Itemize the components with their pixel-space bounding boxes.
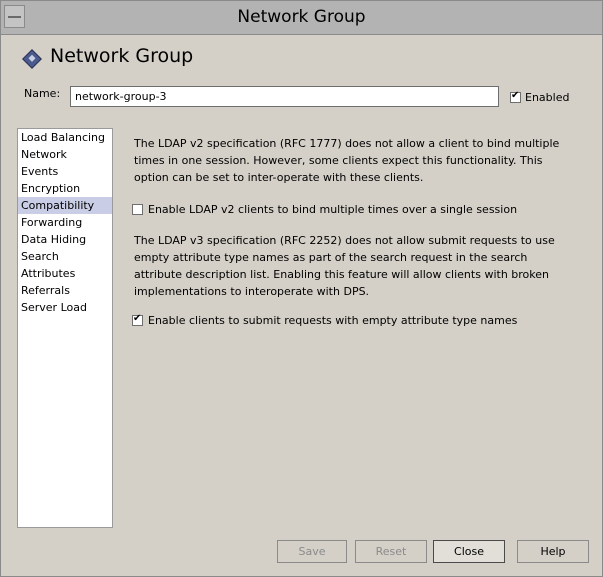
ldap-v2-description-line: times in one session. However, some clie…: [134, 154, 543, 167]
empty-attribute-names-option[interactable]: Enable clients to submit requests with e…: [132, 313, 517, 327]
sidebar-item-search[interactable]: Search: [18, 248, 112, 265]
page-title: Network Group: [50, 45, 194, 67]
ldap-v3-description: The LDAP v3 specification (RFC 2252) doe…: [134, 232, 574, 300]
sidebar-item-encryption[interactable]: Encryption: [18, 180, 112, 197]
ldap-v2-multiple-bind-checkbox[interactable]: [132, 203, 143, 215]
sidebar-item-data-hiding[interactable]: Data Hiding: [18, 231, 112, 248]
help-button[interactable]: Help: [517, 540, 589, 563]
empty-attribute-names-label: Enable clients to submit requests with e…: [148, 313, 518, 327]
name-input[interactable]: network-group-3: [70, 86, 499, 107]
sidebar-item-referrals[interactable]: Referrals: [18, 282, 112, 299]
network-group-window: Network Group Network Group Name: networ…: [0, 0, 603, 577]
sidebar-item-load-balancing[interactable]: Load Balancing: [18, 129, 112, 146]
network-group-icon: [22, 49, 42, 69]
compatibility-panel: The LDAP v2 specification (RFC 1777) doe…: [134, 135, 574, 186]
ldap-v3-description-line: empty attribute type names as part of th…: [134, 251, 528, 264]
category-list: Load Balancing Network Events Encryption…: [17, 128, 113, 528]
window-title: Network Group: [237, 7, 366, 27]
enabled-checkbox[interactable]: [510, 90, 521, 103]
close-button[interactable]: Close: [433, 540, 505, 563]
enabled-toggle[interactable]: Enabled: [510, 90, 569, 104]
ldap-v2-description-line: The LDAP v2 specification (RFC 1777) doe…: [134, 137, 560, 150]
enabled-label: Enabled: [525, 90, 570, 104]
title-bar[interactable]: Network Group: [1, 1, 602, 35]
ldap-v3-description-line: implementations to interoperate with DPS…: [134, 285, 370, 298]
ldap-v3-description-line: attribute description list. Enabling thi…: [134, 268, 549, 281]
ldap-v2-multiple-bind-option[interactable]: Enable LDAP v2 clients to bind multiple …: [132, 202, 517, 216]
empty-attribute-names-checkbox[interactable]: [132, 313, 143, 326]
sidebar-item-attributes[interactable]: Attributes: [18, 265, 112, 282]
name-label: Name:: [24, 87, 61, 100]
sidebar-item-events[interactable]: Events: [18, 163, 112, 180]
reset-button[interactable]: Reset: [355, 540, 427, 563]
sidebar-item-compatibility[interactable]: Compatibility: [18, 197, 112, 214]
ldap-v2-multiple-bind-label: Enable LDAP v2 clients to bind multiple …: [148, 202, 518, 216]
sidebar-item-network[interactable]: Network: [18, 146, 112, 163]
ldap-v3-description-line: The LDAP v3 specification (RFC 2252) doe…: [134, 234, 555, 247]
ldap-v2-description-line: option can be set to inter-operate with …: [134, 171, 424, 184]
sidebar-item-forwarding[interactable]: Forwarding: [18, 214, 112, 231]
save-button[interactable]: Save: [277, 540, 347, 563]
sidebar-item-server-load[interactable]: Server Load: [18, 299, 112, 316]
